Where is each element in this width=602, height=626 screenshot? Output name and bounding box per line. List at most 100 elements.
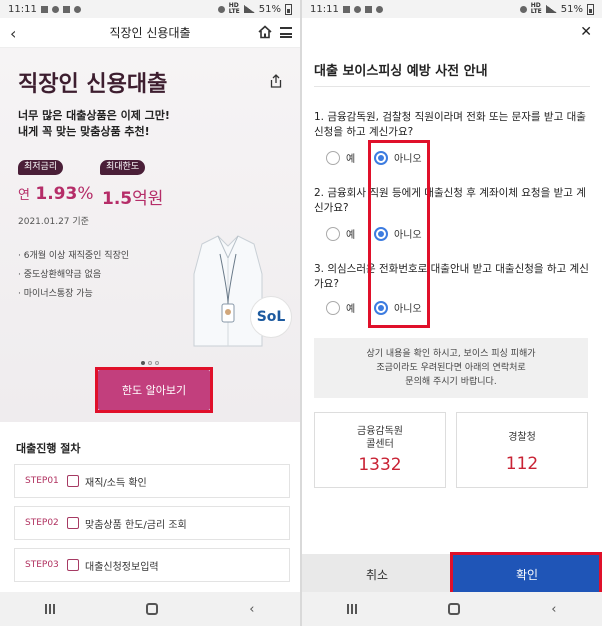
right-screen: 11:11 HD LTE 51% ✕ 대출 보이스피싱 예방 사전 안내 1. 금… [302,0,602,626]
app-notification-icon [62,5,70,13]
question-3: 3. 의심스러운 전화번호로 대출안내 받고 대출신청을 하고 계신가요? [314,263,589,290]
close-icon[interactable]: ✕ [580,24,592,40]
notification-icon [51,5,59,13]
recent-apps-icon[interactable] [45,604,56,614]
step-code: STEP02 [25,518,59,528]
gallery-notification-icon [342,5,350,13]
home-nav-icon[interactable] [146,603,159,615]
q2-yes-option[interactable]: 예 [326,226,355,241]
android-nav-bar: ‹ [302,592,602,626]
highlight-box [368,140,430,328]
contact-name-line1: 금융감독원 [357,426,403,437]
contact-number: 112 [505,454,539,474]
signal-icon [545,5,557,13]
hero-title: 직장인 신용대출 [18,72,168,97]
alarm-icon [217,5,225,13]
android-nav-bar: ‹ [0,592,300,626]
menu-icon[interactable] [280,27,292,38]
step-code: STEP01 [25,476,59,486]
min-rate-badge: 최저금리 [18,160,64,175]
signal-icon [243,5,255,13]
step-label: 대출신청정보입력 [85,561,159,573]
limit-number: 1.5 [102,189,133,209]
step-label: 재직/소득 확인 [85,477,147,489]
rate-prefix: 연 [18,188,30,203]
feature-item: 마이너스통장 가능 [18,286,129,305]
q1-yes-label: 예 [346,154,356,165]
q2-yes-label: 예 [346,230,356,241]
notification-icon [353,5,361,13]
notice-line: 조금이라도 우려된다면 아래의 연락처로 [376,363,526,373]
q3-yes-label: 예 [346,304,356,315]
recent-apps-icon[interactable] [347,604,358,614]
contact-number: 1332 [358,455,402,475]
rate-number: 1.93 [35,184,78,204]
calculator-icon [67,517,79,529]
back-nav-icon[interactable]: ‹ [551,602,556,617]
radio-unselected[interactable] [326,150,340,165]
battery-percent: 51% [258,3,281,15]
steps-title: 대출진행 절차 [16,442,81,455]
page-dot [155,361,159,365]
hero-subtitle: 너무 많은 대출상품은 이제 그만! 내게 꼭 맞는 맞춤상품 추천! [18,108,170,140]
hero-banner: 직장인 신용대출 너무 많은 대출상품은 이제 그만! 내게 꼭 맞는 맞춤상품… [0,48,300,422]
contact-name-line2: 콜센터 [366,439,394,450]
battery-icon [285,3,292,15]
title-divider [314,86,590,87]
step-code: STEP03 [25,560,59,570]
network-type-icon: HD LTE [228,2,240,15]
step-item[interactable]: STEP02 맞춤상품 한도/금리 조회 [14,506,290,540]
shirt-illustration [193,235,263,347]
radio-unselected[interactable] [326,226,340,241]
alarm-icon [519,5,527,13]
battery-icon [587,3,594,15]
contact-name: 경찰청 [457,431,587,444]
feature-item: 중도상환해약금 없음 [18,267,129,286]
max-limit-value: 1.5억원 [102,184,163,209]
q1-yes-option[interactable]: 예 [326,150,355,165]
page-dot-active [141,361,145,365]
contact-name-line1: 경찰청 [508,432,536,443]
sol-logo: SoL [250,296,292,338]
max-limit-badge: 최대한도 [100,160,146,175]
share-icon[interactable] [270,74,282,88]
radio-unselected[interactable] [326,300,340,315]
q3-yes-option[interactable]: 예 [326,300,355,315]
back-icon[interactable]: ‹ [10,24,16,43]
top-header: ✕ [302,18,602,48]
form-icon [67,559,79,571]
back-nav-icon[interactable]: ‹ [249,602,254,617]
step-item[interactable]: STEP03 대출신청정보입력 [14,548,290,582]
battery-percent: 51% [560,3,583,15]
cancel-button[interactable]: 취소 [302,554,452,594]
hero-subtitle-line2: 내게 꼭 맞는 맞춤상품 추천! [18,125,150,138]
document-icon [67,475,79,487]
step-label: 맞춤상품 한도/금리 조회 [85,519,187,531]
contact-card-police[interactable]: 경찰청 112 [456,412,588,488]
limit-unit: 억원 [132,189,164,209]
contact-name: 금융감독원 콜센터 [315,425,445,451]
more-notifications-icon [73,5,81,13]
more-notifications-icon [375,5,383,13]
status-time: 11:11 [8,3,37,15]
notice-line: 문의해 주시기 바랍니다. [405,377,497,387]
gallery-notification-icon [40,5,48,13]
dialog-title: 대출 보이스피싱 예방 사전 안내 [314,64,488,79]
step-item[interactable]: STEP01 재직/소득 확인 [14,464,290,498]
page-title: 직장인 신용대출 [109,26,191,40]
status-time: 11:11 [310,3,339,15]
home-nav-icon[interactable] [448,603,461,615]
min-rate-value: 연 1.93% [18,184,93,204]
home-icon[interactable] [258,25,272,39]
status-bar: 11:11 HD LTE 51% [0,0,300,18]
top-header: ‹ 직장인 신용대출 [0,18,300,48]
question-2: 2. 금융회사 직원 등에게 대출신청 후 계좌이체 요청을 받고 계신가요? [314,187,586,214]
app-notification-icon [364,5,372,13]
left-screen: 11:11 HD LTE 51% ‹ 직장인 신용대출 직장인 신용대출 너무 많… [0,0,300,626]
question-1: 1. 금융감독원, 검찰청 직원이라며 전화 또는 문자를 받고 대출신청을 하… [314,111,586,138]
page-dot [148,361,152,365]
contact-card-fss[interactable]: 금융감독원 콜센터 1332 [314,412,446,488]
status-bar: 11:11 HD LTE 51% [302,0,602,18]
rate-date: 2021.01.27 기준 [18,217,89,227]
highlight-box [450,552,602,596]
